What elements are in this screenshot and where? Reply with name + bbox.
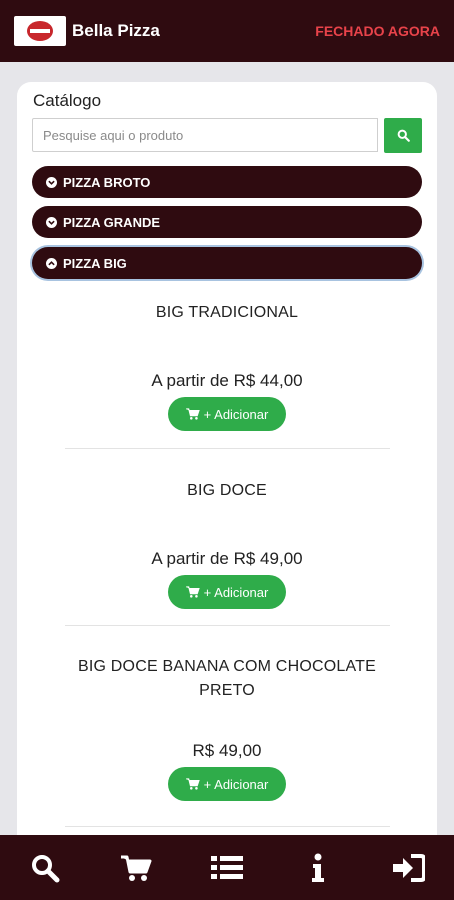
product-name: BIG DOCE	[187, 482, 267, 499]
cart-icon	[185, 586, 200, 598]
search-input[interactable]	[32, 118, 378, 152]
product-price: R$ 49,00	[192, 741, 262, 760]
catalog-card: Catálogo PIZZA BROTO PIZZA GRANDE PIZZA …	[17, 82, 437, 862]
add-to-cart-button[interactable]: + Adicionar	[168, 575, 286, 609]
nav-search[interactable]	[0, 835, 91, 900]
brand-name[interactable]: Bella Pizza	[72, 21, 160, 41]
product-item: BIG DOCE A partir de R$ 49,00 + Adiciona…	[17, 479, 437, 609]
divider	[65, 448, 390, 449]
search-icon	[397, 129, 410, 142]
store-status: FECHADO AGORA	[315, 23, 440, 39]
logo[interactable]	[14, 16, 66, 46]
cart-icon	[121, 855, 152, 881]
cart-icon	[185, 408, 200, 420]
divider	[65, 826, 390, 827]
search-icon	[32, 854, 60, 882]
add-to-cart-button[interactable]: + Adicionar	[168, 397, 286, 431]
logo-badge-icon	[27, 21, 53, 41]
divider	[65, 625, 390, 626]
bottom-nav	[0, 835, 454, 900]
product-name: BIG DOCE BANANA COM CHOCOLATE	[78, 658, 376, 675]
nav-info[interactable]	[272, 835, 363, 900]
category-label: PIZZA BIG	[63, 255, 127, 271]
add-button-label: + Adicionar	[203, 776, 269, 792]
list-icon	[210, 855, 243, 879]
nav-sign-in[interactable]	[363, 835, 454, 900]
category-pizza-big[interactable]: PIZZA BIG	[32, 247, 422, 279]
chevron-up-circle-icon	[46, 257, 57, 269]
sign-in-icon	[392, 853, 425, 882]
nav-cart[interactable]	[91, 835, 182, 900]
product-name-line2: PRETO	[199, 682, 255, 699]
product-name: BIG TRADICIONAL	[155, 304, 299, 321]
add-button-label: + Adicionar	[203, 584, 269, 600]
product-item: BIG TRADICIONAL A partir de R$ 44,00 + A…	[17, 301, 437, 431]
info-icon	[311, 853, 324, 882]
category-pizza-grande[interactable]: PIZZA GRANDE	[32, 206, 422, 238]
search-row	[32, 118, 423, 154]
cart-icon	[185, 778, 200, 790]
chevron-down-circle-icon	[46, 176, 57, 188]
add-to-cart-button[interactable]: + Adicionar	[168, 767, 286, 801]
category-pizza-broto[interactable]: PIZZA BROTO	[32, 166, 422, 198]
nav-list[interactable]	[182, 835, 273, 900]
category-label: PIZZA GRANDE	[63, 214, 161, 230]
search-button[interactable]	[384, 118, 422, 153]
top-bar: Bella Pizza FECHADO AGORA	[0, 0, 454, 62]
catalog-title: Catálogo	[33, 91, 102, 110]
add-button-label: + Adicionar	[203, 406, 269, 422]
product-price: A partir de R$ 49,00	[151, 549, 303, 568]
product-price: A partir de R$ 44,00	[151, 371, 303, 390]
product-item: BIG DOCE BANANA COM CHOCOLATE PRETO R$ 4…	[17, 655, 437, 801]
category-label: PIZZA BROTO	[63, 174, 151, 190]
chevron-down-circle-icon	[46, 216, 57, 228]
